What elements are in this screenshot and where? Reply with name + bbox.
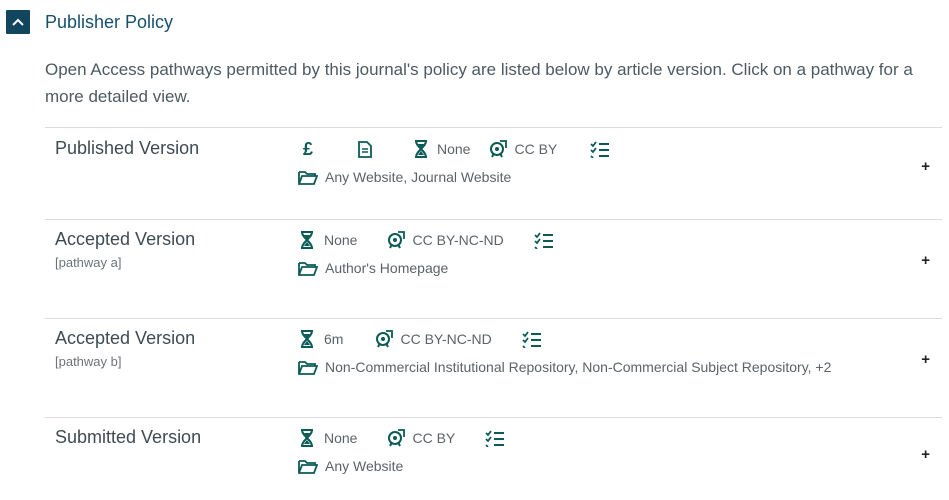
folder-icon [298, 261, 318, 276]
pathway-sub-label: [pathway b] [55, 354, 122, 369]
chevron-up-icon [12, 18, 24, 26]
pathway-accepted-version-a[interactable]: Accepted Version [pathway a] None CC BY-… [45, 219, 942, 318]
pathway-version-label: Accepted Version [55, 328, 196, 348]
folder-icon [298, 360, 318, 375]
conditions-list-icon [590, 140, 610, 158]
folder-icon [298, 459, 318, 474]
hourglass-icon [300, 429, 314, 447]
license-icon [387, 429, 406, 447]
pathways-list: Published Version £ None CC BY Any Websi… [45, 127, 942, 498]
license-icon [489, 140, 508, 158]
hourglass-icon [300, 231, 314, 249]
pathway-version-label: Submitted Version [55, 427, 202, 447]
embargo-value: None [437, 141, 471, 157]
hourglass-icon [414, 140, 428, 158]
conditions-list-icon [485, 429, 505, 447]
pathway-version-label: Accepted Version [55, 229, 196, 249]
locations-value: Non-Commercial Institutional Repository,… [325, 359, 832, 375]
embargo-value: None [324, 232, 358, 248]
license-icon [387, 231, 406, 249]
pathway-published-version[interactable]: Published Version £ None CC BY Any Websi… [45, 127, 942, 219]
document-icon [358, 140, 372, 158]
publisher-policy-header: Publisher Policy [6, 10, 173, 34]
pathway-version-label: Published Version [55, 138, 200, 158]
locations-value: Author's Homepage [325, 260, 449, 276]
section-title: Publisher Policy [45, 11, 174, 32]
expand-icon[interactable]: + [921, 446, 930, 463]
license-icon [375, 330, 394, 348]
folder-icon [298, 170, 318, 185]
expand-icon[interactable]: + [921, 351, 930, 368]
pathway-submitted-version[interactable]: Submitted Version None CC BY Any Website… [45, 417, 942, 498]
pathway-accepted-version-b[interactable]: Accepted Version [pathway b] 6m CC BY-NC… [45, 318, 942, 417]
fee-icon: £ [302, 138, 313, 159]
collapse-toggle-button[interactable] [6, 10, 30, 34]
section-intro: Open Access pathways permitted by this j… [45, 60, 913, 106]
embargo-value: 6m [324, 331, 344, 347]
license-value: CC BY [412, 430, 456, 446]
license-value: CC BY [514, 141, 558, 157]
locations-value: Any Website, Journal Website [325, 169, 512, 185]
license-value: CC BY-NC-ND [412, 232, 504, 248]
pathway-sub-label: [pathway a] [55, 255, 122, 270]
conditions-list-icon [522, 330, 542, 348]
hourglass-icon [300, 330, 314, 348]
expand-icon[interactable]: + [921, 252, 930, 269]
locations-value: Any Website [325, 458, 404, 474]
license-value: CC BY-NC-ND [400, 331, 492, 347]
conditions-list-icon [534, 231, 554, 249]
expand-icon[interactable]: + [921, 158, 930, 175]
embargo-value: None [324, 430, 358, 446]
